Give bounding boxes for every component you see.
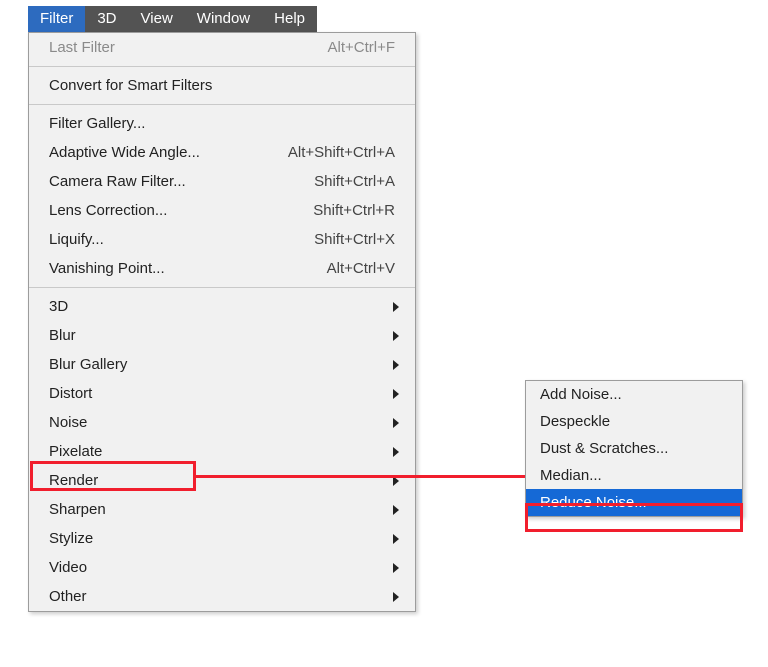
- chevron-right-icon: [393, 360, 399, 370]
- menu-shortcut: Alt+Shift+Ctrl+A: [288, 144, 399, 161]
- separator: [29, 66, 415, 67]
- menu-item-vanishing-point[interactable]: Vanishing Point... Alt+Ctrl+V: [29, 254, 415, 283]
- menu-item-label: Blur: [49, 327, 76, 344]
- menu-shortcut: Shift+Ctrl+R: [313, 202, 399, 219]
- menubar-item-view[interactable]: View: [129, 6, 185, 32]
- chevron-right-icon: [393, 302, 399, 312]
- menu-item-blur[interactable]: Blur: [29, 321, 415, 350]
- submenu-item-label: Add Noise...: [540, 386, 622, 403]
- menu-item-liquify[interactable]: Liquify... Shift+Ctrl+X: [29, 225, 415, 254]
- menu-shortcut: Alt+Ctrl+F: [327, 39, 399, 56]
- menu-item-label: Camera Raw Filter...: [49, 173, 186, 190]
- chevron-right-icon: [393, 476, 399, 486]
- menu-item-label: Blur Gallery: [49, 356, 127, 373]
- menu-item-label: Video: [49, 559, 87, 576]
- menu-item-render[interactable]: Render: [29, 466, 415, 495]
- menu-item-lens-correction[interactable]: Lens Correction... Shift+Ctrl+R: [29, 196, 415, 225]
- menu-item-label: Stylize: [49, 530, 93, 547]
- menu-item-label: Liquify...: [49, 231, 104, 248]
- menu-item-stylize[interactable]: Stylize: [29, 524, 415, 553]
- menu-item-label: Distort: [49, 385, 92, 402]
- menu-item-adaptive-wide-angle[interactable]: Adaptive Wide Angle... Alt+Shift+Ctrl+A: [29, 138, 415, 167]
- menubar-item-window[interactable]: Window: [185, 6, 262, 32]
- menu-item-filter-gallery[interactable]: Filter Gallery...: [29, 109, 415, 138]
- menu-item-label: 3D: [49, 298, 68, 315]
- chevron-right-icon: [393, 592, 399, 602]
- menu-item-sharpen[interactable]: Sharpen: [29, 495, 415, 524]
- menubar: Filter3DViewWindowHelp: [28, 6, 317, 32]
- menubar-item-filter[interactable]: Filter: [28, 6, 85, 32]
- menu-item-label: Vanishing Point...: [49, 260, 165, 277]
- menu-item-pixelate[interactable]: Pixelate: [29, 437, 415, 466]
- submenu-item-add-noise[interactable]: Add Noise...: [526, 381, 742, 408]
- submenu-item-label: Median...: [540, 467, 602, 484]
- chevron-right-icon: [393, 389, 399, 399]
- submenu-item-label: Reduce Noise...: [540, 494, 647, 511]
- submenu-item-median[interactable]: Median...: [526, 462, 742, 489]
- chevron-right-icon: [393, 418, 399, 428]
- noise-submenu: Add Noise... Despeckle Dust & Scratches...…: [525, 380, 743, 517]
- submenu-item-label: Despeckle: [540, 413, 610, 430]
- menubar-item-help[interactable]: Help: [262, 6, 317, 32]
- filter-dropdown: Last Filter Alt+Ctrl+F Convert for Smart F…: [28, 32, 416, 612]
- menubar-item-3d[interactable]: 3D: [85, 6, 128, 32]
- menu-item-3d[interactable]: 3D: [29, 292, 415, 321]
- menu-shortcut: Shift+Ctrl+A: [314, 173, 399, 190]
- menu-item-other[interactable]: Other: [29, 582, 415, 611]
- menu-shortcut: Shift+Ctrl+X: [314, 231, 399, 248]
- separator: [29, 104, 415, 105]
- menu-item-convert-for-smart-filters[interactable]: Convert for Smart Filters: [29, 71, 415, 100]
- submenu-item-despeckle[interactable]: Despeckle: [526, 408, 742, 435]
- menu-item-label: Sharpen: [49, 501, 106, 518]
- menu-item-noise[interactable]: Noise: [29, 408, 415, 437]
- submenu-item-dust-scratches[interactable]: Dust & Scratches...: [526, 435, 742, 462]
- menu-shortcut: Alt+Ctrl+V: [327, 260, 399, 277]
- menu-item-label: Adaptive Wide Angle...: [49, 144, 200, 161]
- menu-item-last-filter: Last Filter Alt+Ctrl+F: [29, 33, 415, 62]
- submenu-item-label: Dust & Scratches...: [540, 440, 668, 457]
- menu-item-label: Noise: [49, 414, 87, 431]
- menu-item-video[interactable]: Video: [29, 553, 415, 582]
- menu-item-label: Filter Gallery...: [49, 115, 145, 132]
- submenu-item-reduce-noise[interactable]: Reduce Noise...: [526, 489, 742, 516]
- menu-item-label: Lens Correction...: [49, 202, 167, 219]
- menu-item-label: Pixelate: [49, 443, 102, 460]
- menu-item-label: Other: [49, 588, 87, 605]
- menu-item-distort[interactable]: Distort: [29, 379, 415, 408]
- menu-item-label: Convert for Smart Filters: [49, 77, 212, 94]
- menu-item-blur-gallery[interactable]: Blur Gallery: [29, 350, 415, 379]
- chevron-right-icon: [393, 331, 399, 341]
- chevron-right-icon: [393, 563, 399, 573]
- menu-item-label: Last Filter: [49, 39, 115, 56]
- menu-item-label: Render: [49, 472, 98, 489]
- chevron-right-icon: [393, 447, 399, 457]
- chevron-right-icon: [393, 505, 399, 515]
- menu-item-camera-raw-filter[interactable]: Camera Raw Filter... Shift+Ctrl+A: [29, 167, 415, 196]
- separator: [29, 287, 415, 288]
- chevron-right-icon: [393, 534, 399, 544]
